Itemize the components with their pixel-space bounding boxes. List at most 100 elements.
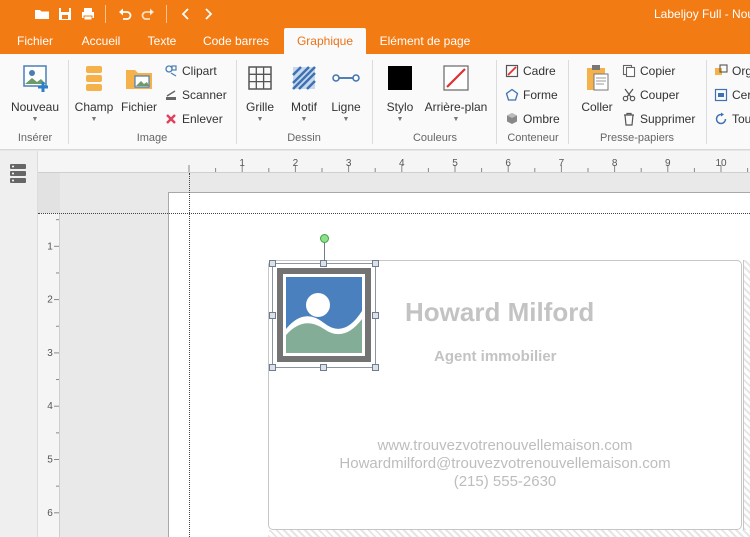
undo-icon[interactable] xyxy=(115,4,135,24)
name-text[interactable]: Howard Milford xyxy=(405,297,594,328)
redo-icon[interactable] xyxy=(138,4,158,24)
champ-button[interactable]: Champ ▼ xyxy=(72,62,116,123)
org-label: Org xyxy=(732,64,750,78)
resize-handle[interactable] xyxy=(320,364,327,371)
folder-image-icon xyxy=(123,62,155,94)
chevron-down-icon: ▼ xyxy=(31,116,39,123)
stylo-label: Stylo xyxy=(386,100,414,114)
image-placeholder[interactable] xyxy=(277,268,371,362)
tou-button[interactable]: Tou xyxy=(714,110,750,128)
cer-button[interactable]: Cer xyxy=(714,86,750,104)
tab-texte[interactable]: Texte xyxy=(138,28,186,54)
group-label-conteneur: Conteneur xyxy=(507,132,559,144)
horizontal-ruler[interactable]: 1 2 3 4 5 6 7 8 9 10 xyxy=(168,151,750,173)
stylo-button[interactable]: Stylo ▼ xyxy=(380,62,420,123)
couper-button[interactable]: Couper xyxy=(622,86,679,104)
ruler-label: 5 xyxy=(47,455,53,466)
layers-icon[interactable] xyxy=(9,163,27,185)
clipart-button[interactable]: Clipart xyxy=(164,62,217,80)
group-separator xyxy=(568,60,569,144)
nouveau-button[interactable]: Nouveau ▼ xyxy=(8,62,62,123)
fichier-image-button[interactable]: Fichier xyxy=(118,62,160,114)
copy-icon xyxy=(622,64,636,78)
chevron-left-icon[interactable] xyxy=(176,4,196,24)
chevron-down-icon: ▼ xyxy=(256,116,264,123)
ruler-label: 6 xyxy=(505,158,511,169)
supprimer-button[interactable]: Supprimer xyxy=(622,110,695,128)
resize-handle[interactable] xyxy=(372,312,379,319)
pattern-icon xyxy=(288,62,320,94)
phone-text[interactable]: (215) 555-2630 xyxy=(268,473,742,490)
chevron-down-icon: ▼ xyxy=(396,116,404,123)
website-text[interactable]: www.trouvezvotrenouvellemaison.com xyxy=(268,437,742,454)
group-label-presse-papiers: Presse-papiers xyxy=(600,132,674,144)
ruler-label: 2 xyxy=(47,295,53,306)
ribbon: Nouveau ▼ Insérer Champ ▼ Fichier Clipar… xyxy=(0,54,750,150)
tab-element-de-page[interactable]: Elément de page xyxy=(374,28,476,54)
group-separator xyxy=(68,60,69,144)
ruler-label: 9 xyxy=(665,158,671,169)
tab-graphique[interactable]: Graphique xyxy=(284,28,366,54)
window-title: Labeljoy Full - Nou xyxy=(654,7,750,21)
tab-accueil[interactable]: Accueil xyxy=(70,28,132,54)
ruler-label: 7 xyxy=(559,158,565,169)
cadre-label: Cadre xyxy=(523,64,556,78)
rotate-icon xyxy=(714,112,728,126)
grille-button[interactable]: Grille ▼ xyxy=(240,62,280,123)
ruler-label: 4 xyxy=(47,401,53,412)
enlever-button[interactable]: Enlever xyxy=(164,110,223,128)
pentagon-icon xyxy=(505,88,519,102)
left-panel xyxy=(0,151,38,537)
group-separator xyxy=(372,60,373,144)
ombre-label: Ombre xyxy=(523,112,560,126)
ombre-button[interactable]: Ombre xyxy=(505,110,560,128)
image-placeholder-frame xyxy=(283,274,365,356)
champ-label: Champ xyxy=(74,100,114,114)
chevron-down-icon: ▼ xyxy=(452,116,460,123)
database-icon xyxy=(78,62,110,94)
vertical-ruler[interactable]: 1 2 3 4 5 6 xyxy=(38,173,60,537)
resize-handle[interactable] xyxy=(372,260,379,267)
arriere-plan-button[interactable]: Arrière-plan ▼ xyxy=(422,62,490,123)
folder-icon[interactable] xyxy=(32,4,52,24)
tab-fichier[interactable]: Fichier xyxy=(6,28,64,54)
scanner-icon xyxy=(164,88,178,102)
group-label-couleurs: Couleurs xyxy=(412,132,458,144)
org-button[interactable]: Org xyxy=(714,62,750,80)
horizontal-margin-guide xyxy=(38,213,750,214)
separator xyxy=(105,5,106,23)
resize-handle[interactable] xyxy=(269,260,276,267)
remove-icon xyxy=(164,112,178,126)
copier-button[interactable]: Copier xyxy=(622,62,675,80)
ligne-button[interactable]: Ligne ▼ xyxy=(326,62,366,123)
enlever-label: Enlever xyxy=(182,112,223,126)
chevron-right-icon[interactable] xyxy=(198,4,218,24)
save-icon[interactable] xyxy=(55,4,75,24)
chevron-down-icon: ▼ xyxy=(90,116,98,123)
forme-button[interactable]: Forme xyxy=(505,86,558,104)
resize-handle[interactable] xyxy=(320,260,327,267)
copier-label: Copier xyxy=(640,64,676,78)
print-icon[interactable] xyxy=(78,4,98,24)
resize-handle[interactable] xyxy=(372,364,379,371)
job-title-text[interactable]: Agent immobilier xyxy=(434,348,557,365)
arrange-icon xyxy=(714,64,728,78)
email-text[interactable]: Howardmilford@trouvezvotrenouvellemaison… xyxy=(268,455,742,472)
ruler-label: 5 xyxy=(452,158,458,169)
rotation-handle[interactable] xyxy=(320,234,329,243)
ruler-label: 3 xyxy=(47,348,53,359)
group-label-image: Image xyxy=(136,132,168,144)
group-separator xyxy=(706,60,707,144)
paste-icon xyxy=(581,62,613,94)
coller-button[interactable]: Coller xyxy=(576,62,618,114)
rotation-stem xyxy=(324,242,325,262)
supprimer-label: Supprimer xyxy=(640,112,696,126)
scanner-button[interactable]: Scanner xyxy=(164,86,227,104)
resize-handle[interactable] xyxy=(269,364,276,371)
tab-code-barres[interactable]: Code barres xyxy=(194,28,278,54)
trash-icon xyxy=(622,112,636,126)
motif-button[interactable]: Motif ▼ xyxy=(284,62,324,123)
resize-handle[interactable] xyxy=(269,312,276,319)
cadre-button[interactable]: Cadre xyxy=(505,62,556,80)
horizontal-ruler-ticks: 1 2 3 4 5 6 7 8 9 10 xyxy=(188,158,749,172)
